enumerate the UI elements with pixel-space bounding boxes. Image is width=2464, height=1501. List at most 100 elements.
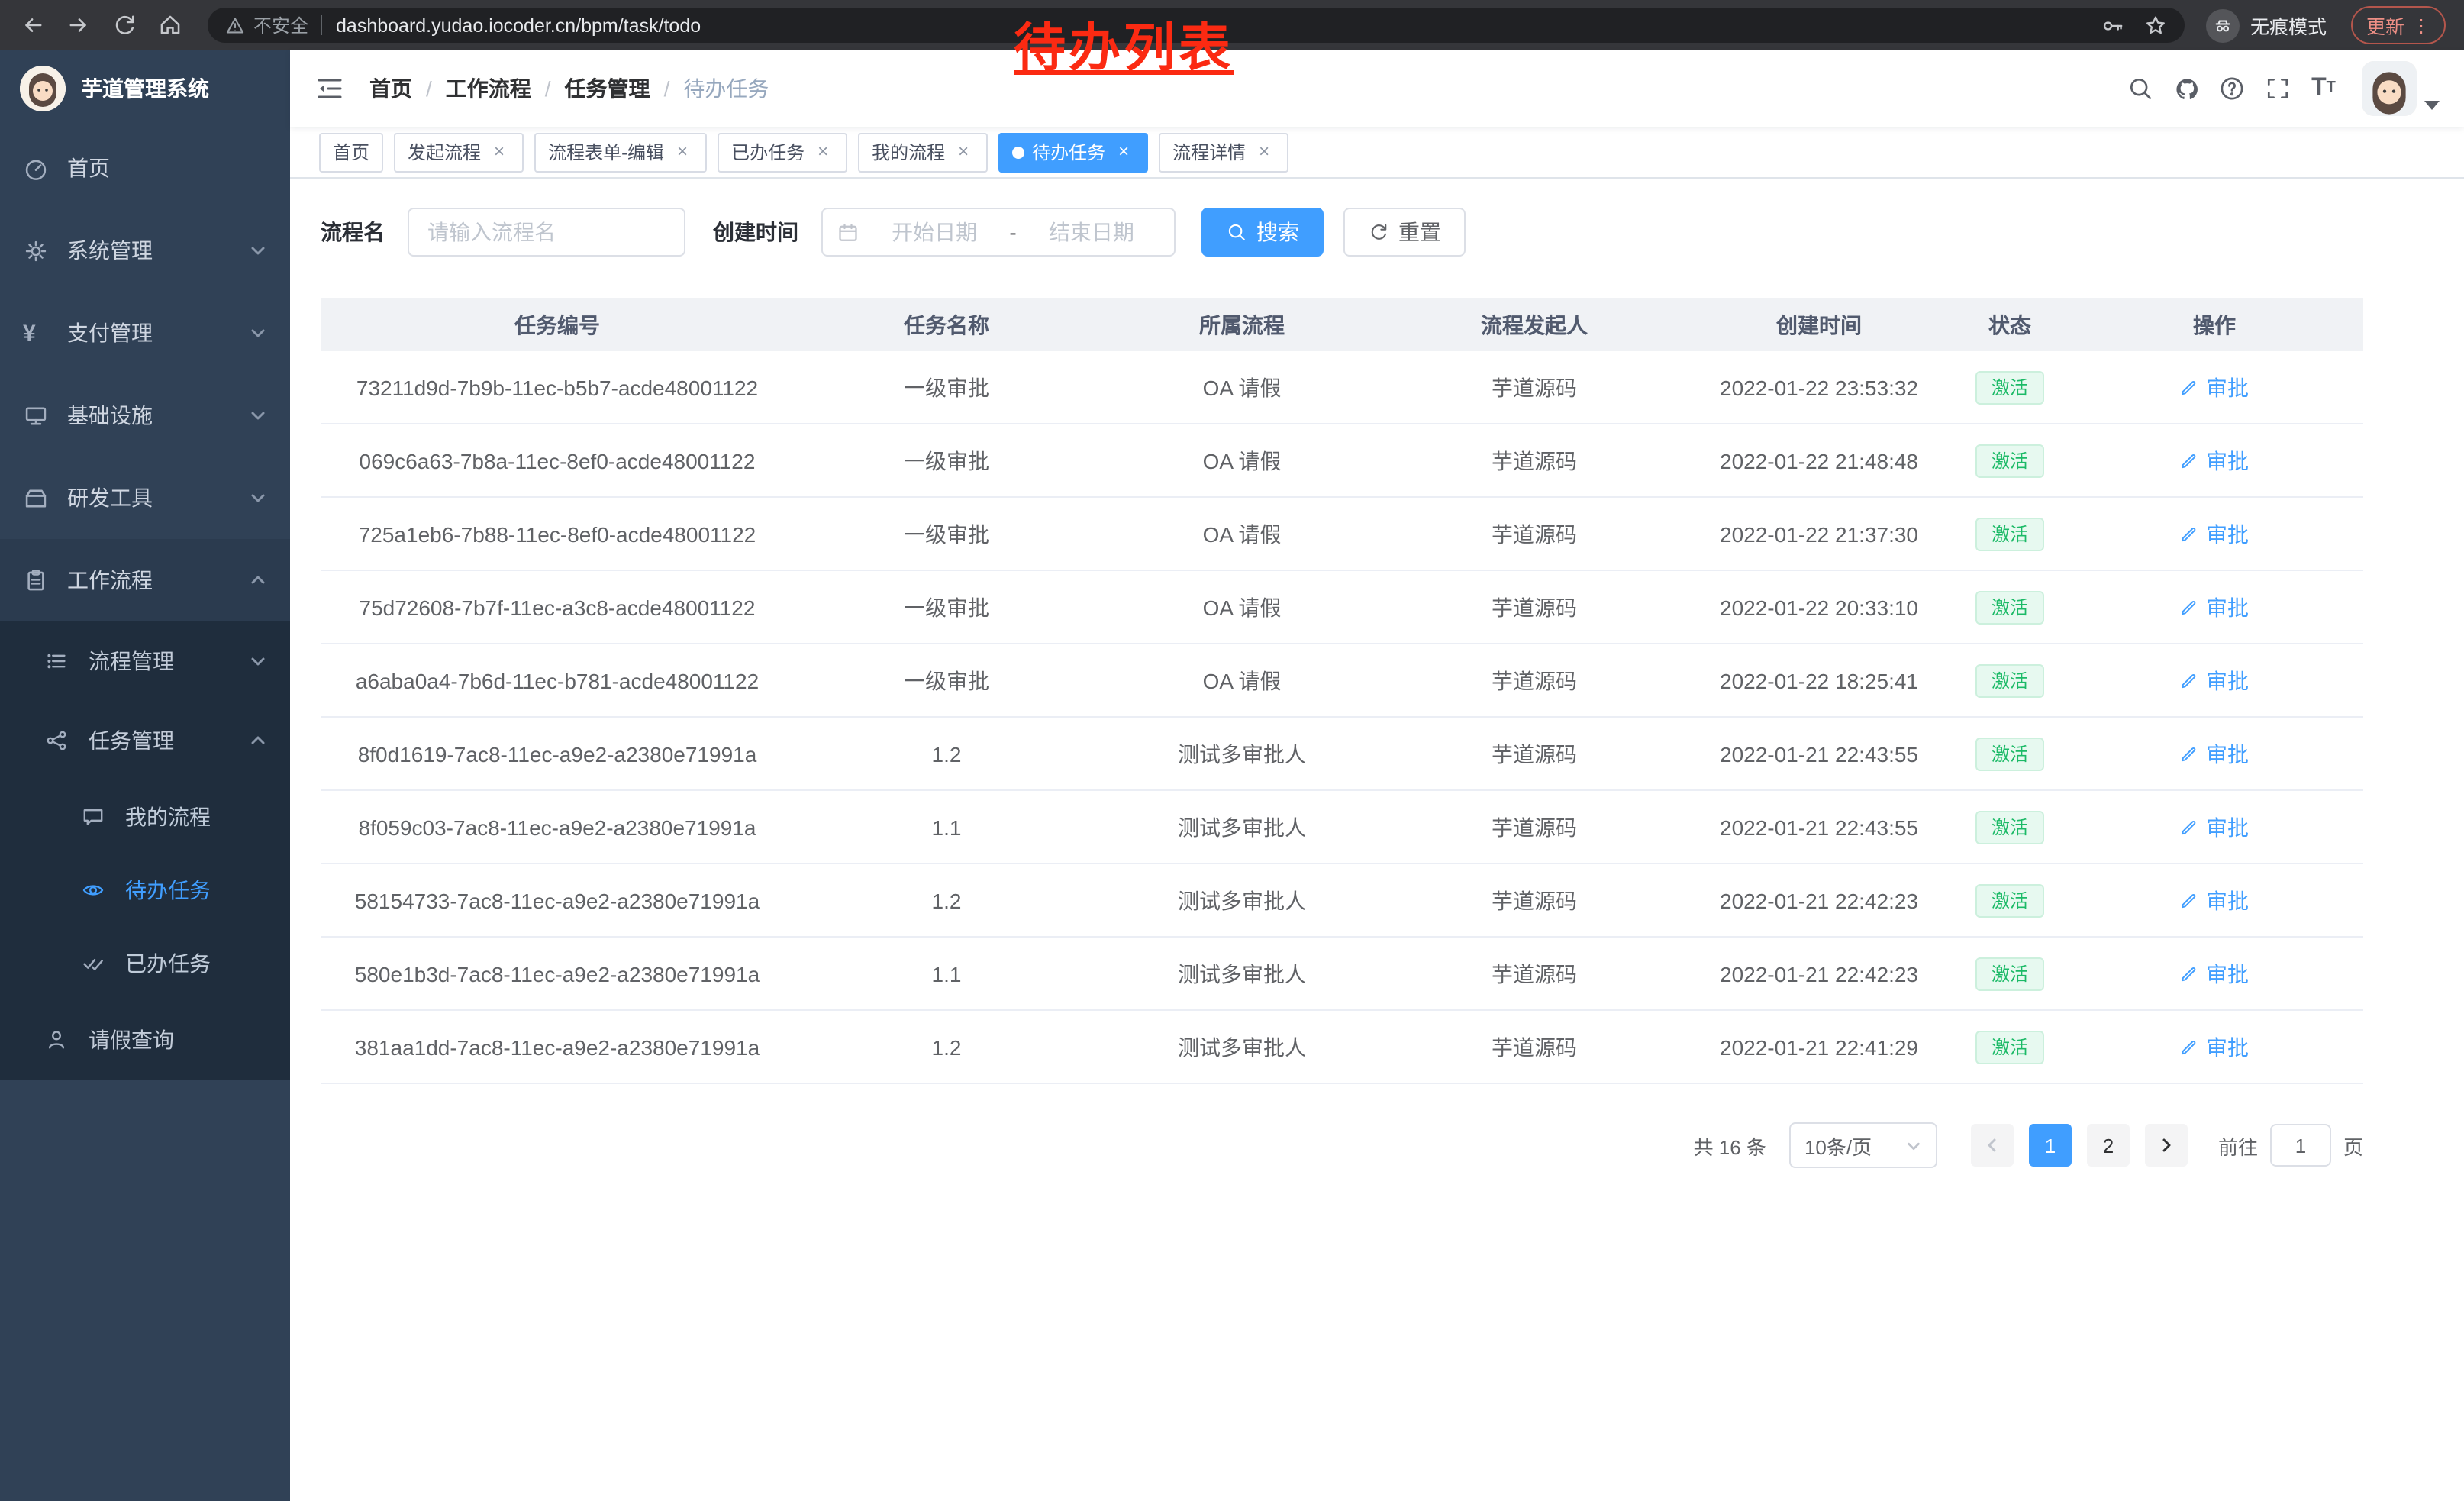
- reload-icon[interactable]: [104, 5, 144, 45]
- approve-link[interactable]: 审批: [2180, 738, 2249, 769]
- date-range-picker[interactable]: 开始日期 - 结束日期: [821, 208, 1176, 257]
- close-icon[interactable]: ×: [1253, 141, 1275, 163]
- screen: 不安全 dashboard.yudao.iocoder.cn/bpm/task/…: [0, 0, 2464, 1501]
- tab-start-process[interactable]: 发起流程 ×: [394, 132, 524, 172]
- cell-task-name: 1.2: [794, 1035, 1099, 1059]
- tab-label: 发起流程: [408, 139, 481, 165]
- approve-link[interactable]: 审批: [2180, 518, 2249, 549]
- cell-created: 2022-01-21 22:43:55: [1684, 815, 1954, 839]
- chevron-down-icon: [249, 241, 267, 260]
- next-page-button[interactable]: [2145, 1124, 2188, 1167]
- password-key-icon[interactable]: [2101, 13, 2125, 37]
- prev-page-button[interactable]: [1971, 1124, 2014, 1167]
- search-icon[interactable]: [2117, 66, 2163, 111]
- breadcrumb-task-mgmt[interactable]: 任务管理: [565, 73, 650, 104]
- github-icon[interactable]: [2163, 66, 2209, 111]
- sidebar-item-task-mgmt[interactable]: 任务管理: [0, 701, 290, 780]
- close-icon[interactable]: ×: [489, 141, 510, 163]
- end-date-input[interactable]: 结束日期: [1023, 217, 1160, 247]
- approve-label: 审批: [2206, 738, 2249, 769]
- breadcrumb-workflow[interactable]: 工作流程: [446, 73, 531, 104]
- tab-home[interactable]: 首页: [319, 132, 383, 172]
- home-icon[interactable]: [150, 5, 189, 45]
- approve-label: 审批: [2206, 665, 2249, 696]
- sidebar-item-my-process[interactable]: 我的流程: [0, 780, 290, 854]
- approve-link[interactable]: 审批: [2180, 958, 2249, 989]
- sidebar-item-process-mgmt[interactable]: 流程管理: [0, 621, 290, 701]
- close-icon[interactable]: ×: [812, 141, 834, 163]
- search-button[interactable]: 搜索: [1201, 208, 1324, 257]
- sidebar-item-payment[interactable]: ¥ 支付管理: [0, 292, 290, 374]
- browser-update-button[interactable]: 更新 ⋮: [2351, 6, 2446, 44]
- font-size-icon[interactable]: TT: [2301, 66, 2346, 111]
- approve-link[interactable]: 审批: [2180, 885, 2249, 915]
- security-label[interactable]: 不安全: [253, 12, 308, 38]
- bookmark-star-icon[interactable]: [2143, 13, 2168, 37]
- page-content: 流程名 创建时间 开始日期 - 结束日期: [290, 179, 2464, 1501]
- sidebar-item-done-task[interactable]: 已办任务: [0, 927, 290, 1000]
- goto-page-input[interactable]: [2270, 1124, 2331, 1167]
- column-initiator: 流程发起人: [1385, 309, 1684, 340]
- approve-link[interactable]: 审批: [2180, 812, 2249, 842]
- tags-view: 首页 发起流程 × 流程表单-编辑 × 已办任务 × 我的流程 ×: [290, 127, 2464, 179]
- user-menu[interactable]: [2362, 61, 2440, 116]
- browser-menu-icon[interactable]: ⋮: [2412, 15, 2430, 36]
- process-name-input[interactable]: [408, 208, 685, 257]
- approve-link[interactable]: 审批: [2180, 665, 2249, 696]
- sidebar-item-devtools[interactable]: 研发工具: [0, 457, 290, 539]
- tab-done-task[interactable]: 已办任务 ×: [718, 132, 847, 172]
- page-size-select[interactable]: 10条/页: [1789, 1122, 1937, 1168]
- cell-created: 2022-01-22 21:48:48: [1684, 448, 1954, 473]
- close-icon[interactable]: ×: [953, 141, 974, 163]
- approve-link[interactable]: 审批: [2180, 372, 2249, 402]
- status-badge: 激活: [1976, 663, 2043, 697]
- cell-initiator: 芋道源码: [1385, 885, 1684, 915]
- sidebar-item-todo-task[interactable]: 待办任务: [0, 854, 290, 927]
- reset-button[interactable]: 重置: [1343, 208, 1466, 257]
- status-badge: 激活: [1976, 737, 2043, 770]
- sidebar-item-leave-query[interactable]: 请假查询: [0, 1000, 290, 1080]
- page-button-2[interactable]: 2: [2087, 1124, 2130, 1167]
- breadcrumb-current: 待办任务: [683, 73, 769, 104]
- cell-task-id: 8f0d1619-7ac8-11ec-a9e2-a2380e71991a: [321, 741, 794, 766]
- sidebar-item-system[interactable]: 系统管理: [0, 209, 290, 292]
- tab-todo-task[interactable]: 待办任务 ×: [998, 132, 1148, 172]
- cell-initiator: 芋道源码: [1385, 592, 1684, 622]
- forward-icon[interactable]: [58, 5, 98, 45]
- page-button-1[interactable]: 1: [2029, 1124, 2072, 1167]
- sidebar-item-infrastructure[interactable]: 基础设施: [0, 374, 290, 457]
- close-icon[interactable]: ×: [672, 141, 693, 163]
- calendar-icon: [837, 221, 859, 244]
- sidebar-item-home[interactable]: 首页: [0, 127, 290, 209]
- sidebar-collapse-icon[interactable]: [314, 73, 345, 104]
- close-icon[interactable]: ×: [1113, 141, 1134, 163]
- sidebar-item-label: 任务管理: [89, 725, 174, 756]
- avatar[interactable]: [2362, 61, 2417, 116]
- cell-process: OA 请假: [1099, 518, 1385, 549]
- approve-link[interactable]: 审批: [2180, 445, 2249, 476]
- edit-icon: [2180, 890, 2200, 910]
- approve-label: 审批: [2206, 958, 2249, 989]
- approve-label: 审批: [2206, 518, 2249, 549]
- tab-form-edit[interactable]: 流程表单-编辑 ×: [534, 132, 707, 172]
- fullscreen-icon[interactable]: [2255, 66, 2301, 111]
- tab-my-process[interactable]: 我的流程 ×: [858, 132, 988, 172]
- start-date-input[interactable]: 开始日期: [866, 217, 1003, 247]
- back-icon[interactable]: [12, 5, 52, 45]
- breadcrumb-home[interactable]: 首页: [369, 73, 412, 104]
- top-navbar: 首页 / 工作流程 / 任务管理 / 待办任务: [290, 50, 2464, 127]
- cell-task-id: 58154733-7ac8-11ec-a9e2-a2380e71991a: [321, 888, 794, 912]
- chevron-down-icon: [249, 406, 267, 424]
- sidebar-item-workflow[interactable]: 工作流程: [0, 539, 290, 621]
- help-icon[interactable]: [2209, 66, 2255, 111]
- approve-link[interactable]: 审批: [2180, 592, 2249, 622]
- table-row: 725a1eb6-7b88-11ec-8ef0-acde48001122 一级审…: [321, 498, 2363, 571]
- cell-created: 2022-01-22 18:25:41: [1684, 668, 1954, 692]
- cell-process: 测试多审批人: [1099, 1031, 1385, 1062]
- todo-table: 任务编号 任务名称 所属流程 流程发起人 创建时间 状态 操作 73211d9d…: [321, 298, 2363, 1084]
- app-logo[interactable]: 芋道管理系统: [0, 50, 290, 127]
- approve-label: 审批: [2206, 445, 2249, 476]
- url-text[interactable]: dashboard.yudao.iocoder.cn/bpm/task/todo: [336, 15, 701, 36]
- approve-link[interactable]: 审批: [2180, 1031, 2249, 1062]
- tab-process-detail[interactable]: 流程详情 ×: [1159, 132, 1288, 172]
